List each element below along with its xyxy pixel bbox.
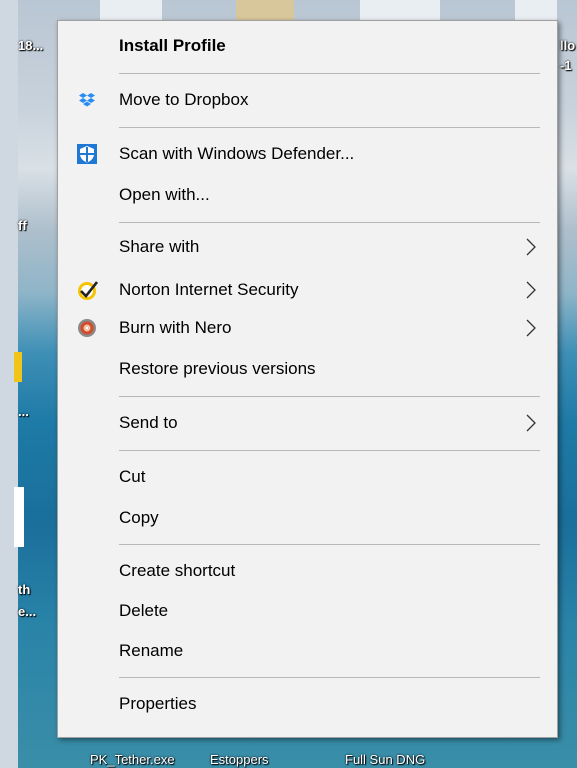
menu-item-label: Scan with Windows Defender... <box>119 144 355 163</box>
norton-check-icon <box>76 279 98 301</box>
menu-item-properties[interactable]: Properties <box>58 685 557 723</box>
menu-item-open-with[interactable]: Open with... <box>58 176 557 214</box>
nero-disc-icon <box>76 317 98 339</box>
desktop-icon-tile[interactable] <box>100 0 162 20</box>
submenu-arrow-icon <box>526 281 536 299</box>
menu-item-burn-nero[interactable]: Burn with Nero <box>58 309 557 347</box>
menu-item-label: Install Profile <box>119 36 226 55</box>
submenu-arrow-icon <box>526 319 536 337</box>
menu-item-delete[interactable]: Delete <box>58 592 557 630</box>
menu-item-label: Open with... <box>119 185 210 204</box>
menu-item-label: Rename <box>119 641 184 660</box>
menu-item-copy[interactable]: Copy <box>58 499 557 537</box>
menu-separator <box>119 677 540 678</box>
menu-separator <box>119 396 540 397</box>
menu-item-label: Send to <box>119 413 178 432</box>
desktop-icon-tile[interactable] <box>515 0 557 20</box>
desktop-icon-tile[interactable] <box>360 0 440 20</box>
menu-item-label: Create shortcut <box>119 561 236 580</box>
submenu-arrow-icon <box>526 238 536 256</box>
menu-item-label: Share with <box>119 237 200 256</box>
desktop-edge <box>0 0 18 768</box>
context-menu: Install Profile Move to Dropbox Scan wit… <box>57 20 558 738</box>
desktop-file-icon[interactable] <box>14 352 22 382</box>
menu-item-label: Properties <box>119 694 197 713</box>
desktop-file-icon[interactable] <box>14 487 24 547</box>
menu-item-norton[interactable]: Norton Internet Security <box>58 271 557 309</box>
menu-item-restore-versions[interactable]: Restore previous versions <box>58 350 557 388</box>
desktop-icon-label[interactable]: PK_Tether.exe <box>90 752 175 767</box>
desktop-icon-label[interactable]: Estoppers <box>210 752 269 767</box>
desktop-icon-label[interactable]: Full Sun DNG <box>345 752 425 767</box>
menu-item-share-with[interactable]: Share with <box>58 228 557 266</box>
menu-separator <box>119 222 540 223</box>
menu-item-send-to[interactable]: Send to <box>58 404 557 442</box>
desktop-icon-label[interactable]: e... <box>18 604 36 619</box>
desktop-icon-label[interactable]: 18... <box>18 38 43 53</box>
menu-item-label: Move to Dropbox <box>119 90 249 109</box>
menu-item-move-to-dropbox[interactable]: Move to Dropbox <box>58 81 557 119</box>
desktop-icon-label[interactable]: ff <box>18 218 27 233</box>
menu-item-label: Norton Internet Security <box>119 280 299 299</box>
dropbox-icon <box>76 89 98 111</box>
menu-separator <box>119 544 540 545</box>
menu-item-label: Copy <box>119 508 159 527</box>
desktop-icon-label[interactable]: ... <box>18 404 29 419</box>
menu-item-cut[interactable]: Cut <box>58 458 557 496</box>
menu-item-create-shortcut[interactable]: Create shortcut <box>58 552 557 590</box>
menu-item-label: Restore previous versions <box>119 359 316 378</box>
menu-item-label: Delete <box>119 601 169 620</box>
menu-item-install-profile[interactable]: Install Profile <box>58 27 557 65</box>
menu-item-rename[interactable]: Rename <box>58 632 557 670</box>
windows-defender-icon <box>76 143 98 165</box>
desktop-icon-label[interactable]: th <box>18 582 30 597</box>
menu-item-scan-defender[interactable]: Scan with Windows Defender... <box>58 135 557 173</box>
submenu-arrow-icon <box>526 414 536 432</box>
menu-separator <box>119 127 540 128</box>
desktop-icon-label[interactable]: -1 <box>560 58 572 73</box>
menu-item-label: Cut <box>119 467 146 486</box>
menu-separator <box>119 450 540 451</box>
menu-separator <box>119 73 540 74</box>
desktop-icon-tile[interactable] <box>236 0 294 20</box>
desktop-icon-label[interactable]: llo <box>560 38 575 53</box>
menu-item-label: Burn with Nero <box>119 318 232 337</box>
